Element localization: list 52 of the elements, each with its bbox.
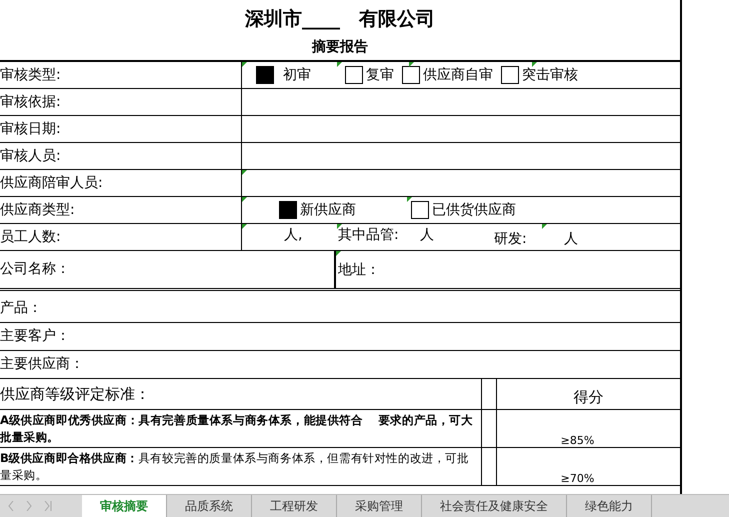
field-label: 研发:	[494, 230, 527, 248]
checkbox[interactable]	[345, 66, 363, 84]
score-threshold: ≥85%	[560, 433, 596, 447]
option-label: 复审	[366, 66, 394, 84]
option-label: 新供应商	[300, 201, 356, 219]
field-label: 供应商类型:	[0, 197, 242, 223]
field-label: 其中品管:	[338, 226, 399, 244]
checkbox[interactable]	[402, 66, 420, 84]
checkbox[interactable]	[411, 201, 429, 219]
column-header: 得分	[572, 387, 604, 408]
comment-marker-icon	[532, 62, 537, 67]
comment-marker-icon	[409, 62, 414, 67]
unit-text: 人,	[284, 226, 302, 244]
comment-marker-icon	[407, 197, 412, 202]
next-icon[interactable]	[26, 501, 32, 512]
comment-marker-icon	[336, 251, 341, 256]
comment-marker-icon	[337, 62, 342, 67]
checkbox[interactable]	[501, 66, 519, 84]
grade-description: B级供应商即合格供应商：具有较完善的质量体系与商务体系，但需有针对性的改进，可批量采购。	[0, 448, 482, 485]
unit-text: 人	[564, 230, 578, 248]
field-label: 审核日期:	[0, 116, 242, 142]
comment-marker-icon	[337, 224, 342, 229]
field-label: 员工人数:	[0, 224, 242, 250]
option-label: 已供货供应商	[432, 201, 516, 219]
field-label: 审核类型:	[0, 62, 242, 88]
score-threshold: ≥70%	[560, 471, 596, 485]
previous-icon[interactable]	[8, 501, 14, 512]
comment-marker-icon	[242, 197, 247, 202]
last-icon[interactable]	[44, 501, 52, 512]
field-label: 公司名称：	[0, 251, 336, 288]
option-label: 突击审核	[522, 66, 578, 84]
field-label: 地址：	[338, 260, 380, 278]
report-subtitle: 摘要报告	[0, 36, 680, 62]
option-label: 初审	[283, 66, 311, 84]
sheet-tab[interactable]: 审核摘要	[82, 495, 167, 517]
field-label: 主要供应商：	[0, 355, 84, 374]
grade-description: A级供应商即优秀供应商：具有完善质量体系与商务体系，能提供符合 要求的产品，可大批量采购。	[0, 410, 482, 447]
checkbox[interactable]	[279, 201, 297, 219]
comment-marker-icon	[242, 170, 247, 175]
comment-marker-icon	[242, 62, 247, 67]
company-title: 深圳市____ 有限公司	[244, 7, 436, 32]
checkbox[interactable]	[256, 66, 274, 84]
field-label: 审核依据:	[0, 89, 242, 115]
field-label: 产品：	[0, 299, 42, 318]
field-label: 供应商等级评定标准：	[0, 379, 482, 409]
field-label: 审核人员:	[0, 143, 242, 169]
field-label: 供应商陪审人员:	[0, 170, 242, 196]
unit-text: 人	[420, 226, 434, 244]
comment-marker-icon	[242, 224, 247, 229]
comment-marker-icon	[542, 224, 547, 229]
option-label: 供应商自审	[423, 66, 493, 84]
field-label: 主要客户：	[0, 327, 70, 346]
